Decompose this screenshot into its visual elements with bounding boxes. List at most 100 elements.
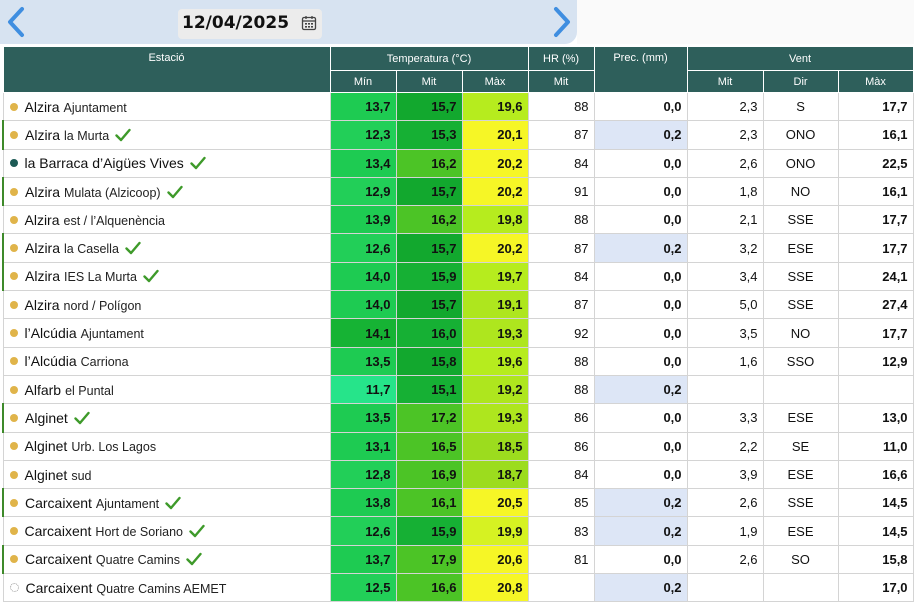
calendar-icon[interactable] — [301, 15, 317, 31]
table-row[interactable]: Alzira est / l’Alquenència 13,9 16,2 19,8 88 0… — [2, 205, 914, 235]
table-row[interactable]: Alzira la Casella 12,6 15,7 20,2 87 0,2 3,2 ESE 1… — [2, 233, 914, 263]
wind-max-cell: 15,8 — [837, 544, 914, 575]
temp-avg-cell: 16,5 — [395, 431, 463, 461]
header-temp-avg: Mit — [395, 70, 463, 93]
humidity-cell: 81 — [527, 544, 595, 575]
wind-dir-cell: ESE — [762, 233, 839, 263]
station-location: Carriona — [80, 355, 129, 370]
wind-dir-cell: SSE — [762, 290, 839, 320]
temp-max-cell: 20,6 — [461, 544, 529, 575]
header-temp-max: Màx — [461, 70, 529, 93]
station-location: Ajuntament — [63, 100, 127, 115]
table-row[interactable]: Carcaixent Hort de Soriano 12,6 15,9 19,9 83 0… — [2, 516, 914, 546]
station-status-dot — [10, 244, 18, 253]
wind-avg-cell: 3,5 — [686, 318, 764, 348]
precipitation-cell: 0,0 — [593, 91, 688, 122]
temp-max-cell: 19,1 — [461, 290, 529, 320]
precipitation-cell: 0,0 — [593, 148, 688, 178]
humidity-cell: 91 — [527, 176, 595, 207]
temp-max-cell: 19,6 — [461, 91, 529, 122]
table-row[interactable]: Alginet Urb. Los Lagos 13,1 16,5 18,5 86 0,0 2,… — [2, 431, 914, 461]
temp-min-cell: 13,7 — [329, 91, 397, 122]
station-cell[interactable]: Carcaixent Quatre Camins — [2, 544, 331, 575]
table-row[interactable]: l’Alcúdia Ajuntament 14,1 16,0 19,3 92 0,0 3,5 N… — [2, 318, 914, 348]
table-row[interactable]: Alginet sud 12,8 16,9 18,7 84 0,0 3,9 ESE 16,6 — [2, 459, 914, 490]
station-cell[interactable]: Alzira nord / Polígon — [2, 290, 331, 320]
station-cell[interactable]: Alzira la Murta — [2, 120, 331, 150]
humidity-cell: 85 — [527, 488, 595, 518]
wind-dir-cell: ONO — [762, 148, 839, 178]
station-name: Carcaixent — [24, 523, 92, 540]
temp-avg-cell: 16,2 — [395, 148, 463, 178]
precipitation-cell: 0,2 — [593, 233, 688, 263]
station-cell[interactable]: Alzira Mulata (Alzicoop) — [2, 176, 331, 207]
station-name: Alzira — [24, 211, 60, 228]
station-location: Quatre Camins AEMET — [96, 581, 227, 596]
checkmark-icon — [115, 128, 131, 142]
table-row[interactable]: Alzira Mulata (Alzicoop) 12,9 15,7 20,2 91 0,0… — [2, 176, 914, 207]
wind-dir-cell: NO — [762, 318, 839, 348]
humidity-cell: 84 — [527, 261, 595, 292]
precipitation-cell: 0,0 — [593, 176, 688, 207]
date-picker[interactable]: 12/04/2025 — [178, 9, 322, 39]
temp-min-cell: 12,8 — [329, 459, 397, 490]
wind-dir-cell: ESE — [762, 459, 839, 490]
chevron-right-icon[interactable] — [550, 6, 574, 38]
wind-dir-cell: ONO — [762, 120, 839, 150]
header-temp-min: Mín — [329, 70, 397, 93]
station-cell[interactable]: Carcaixent Ajuntament — [2, 488, 331, 518]
station-cell[interactable]: Alginet — [2, 403, 331, 433]
table-row[interactable]: la Barraca d’Aigües Vives 13,4 16,2 20,2 84 0… — [2, 148, 914, 178]
temp-max-cell: 20,1 — [461, 120, 529, 150]
station-cell[interactable]: l’Alcúdia Ajuntament — [2, 318, 331, 348]
checkmark-icon — [190, 156, 206, 170]
station-cell[interactable]: Carcaixent Hort de Soriano — [2, 516, 331, 546]
station-cell[interactable]: l’Alcúdia Carriona — [2, 346, 331, 376]
table-row[interactable]: Alzira Ajuntament 13,7 15,7 19,6 88 0,0 2,3 S 17,… — [2, 91, 914, 122]
precipitation-cell: 0,0 — [593, 261, 688, 292]
table-row[interactable]: Alzira IES La Murta 14,0 15,9 19,7 84 0,0 3,4 SS… — [2, 261, 914, 292]
station-status-dot — [10, 272, 18, 281]
wind-avg-cell: 2,2 — [686, 431, 764, 461]
station-cell[interactable]: Alzira IES La Murta — [2, 261, 331, 292]
precipitation-cell: 0,2 — [593, 573, 688, 603]
station-cell[interactable]: Alginet Urb. Los Lagos — [2, 431, 331, 461]
station-name: l’Alcúdia — [24, 353, 77, 370]
table-row[interactable]: l’Alcúdia Carriona 13,5 15,8 19,6 88 0,0 1,6 SSO… — [2, 346, 914, 376]
table-row[interactable]: Alzira la Murta 12,3 15,3 20,1 87 0,2 2,3 ONO 16,… — [2, 120, 914, 150]
wind-avg-cell: 2,6 — [686, 544, 764, 575]
station-cell[interactable]: Alzira est / l’Alquenència — [2, 205, 331, 235]
temp-min-cell: 12,6 — [329, 233, 397, 263]
precipitation-cell: 0,2 — [593, 488, 688, 518]
station-status-dot — [9, 357, 18, 366]
wind-max-cell: 24,1 — [837, 261, 914, 292]
chevron-left-icon[interactable] — [4, 6, 28, 38]
station-cell[interactable]: Alfarb el Puntal — [2, 374, 331, 405]
wind-max-cell: 14,5 — [837, 516, 914, 546]
station-status-dot — [10, 413, 18, 422]
wind-avg-cell: 5,0 — [686, 290, 764, 320]
table-row[interactable]: Alfarb el Puntal 11,7 15,1 19,2 88 0,2 — [2, 374, 914, 405]
station-location: Mulata (Alzicoop) — [64, 185, 161, 200]
table-row[interactable]: Carcaixent Quatre Camins AEMET 12,5 16,6 20,… — [2, 573, 914, 603]
table-row[interactable]: Carcaixent Quatre Camins 13,7 17,9 20,6 81 0,0… — [2, 544, 914, 575]
temp-avg-cell: 16,1 — [395, 488, 463, 518]
wind-max-cell: 17,7 — [837, 91, 914, 122]
wind-avg-cell: 3,2 — [686, 233, 764, 263]
temp-max-cell: 18,5 — [461, 431, 529, 461]
header-temperature: Temperatura (°C) — [329, 46, 529, 71]
station-cell[interactable]: Alzira la Casella — [2, 233, 331, 263]
station-cell[interactable]: la Barraca d’Aigües Vives — [2, 148, 331, 178]
temp-max-cell: 20,5 — [461, 488, 529, 518]
table-row[interactable]: Alzira nord / Polígon 14,0 15,7 19,1 87 0,0 5,0… — [2, 290, 914, 320]
humidity-cell: 88 — [527, 91, 595, 122]
table-row[interactable]: Carcaixent Ajuntament 13,8 16,1 20,5 85 0,2 2,6… — [2, 488, 914, 518]
station-name: Alginet — [24, 466, 68, 483]
station-cell[interactable]: Alginet sud — [2, 459, 331, 490]
table-row[interactable]: Alginet 13,5 17,2 19,3 86 0,0 3,3 ESE 13,0 — [2, 403, 914, 433]
station-status-dot — [9, 215, 18, 224]
header-hr-avg: Mit — [527, 70, 595, 93]
station-cell[interactable]: Carcaixent Quatre Camins AEMET — [2, 573, 331, 603]
station-cell[interactable]: Alzira Ajuntament — [2, 91, 331, 122]
date-value: 12/04/2025 — [182, 13, 290, 33]
